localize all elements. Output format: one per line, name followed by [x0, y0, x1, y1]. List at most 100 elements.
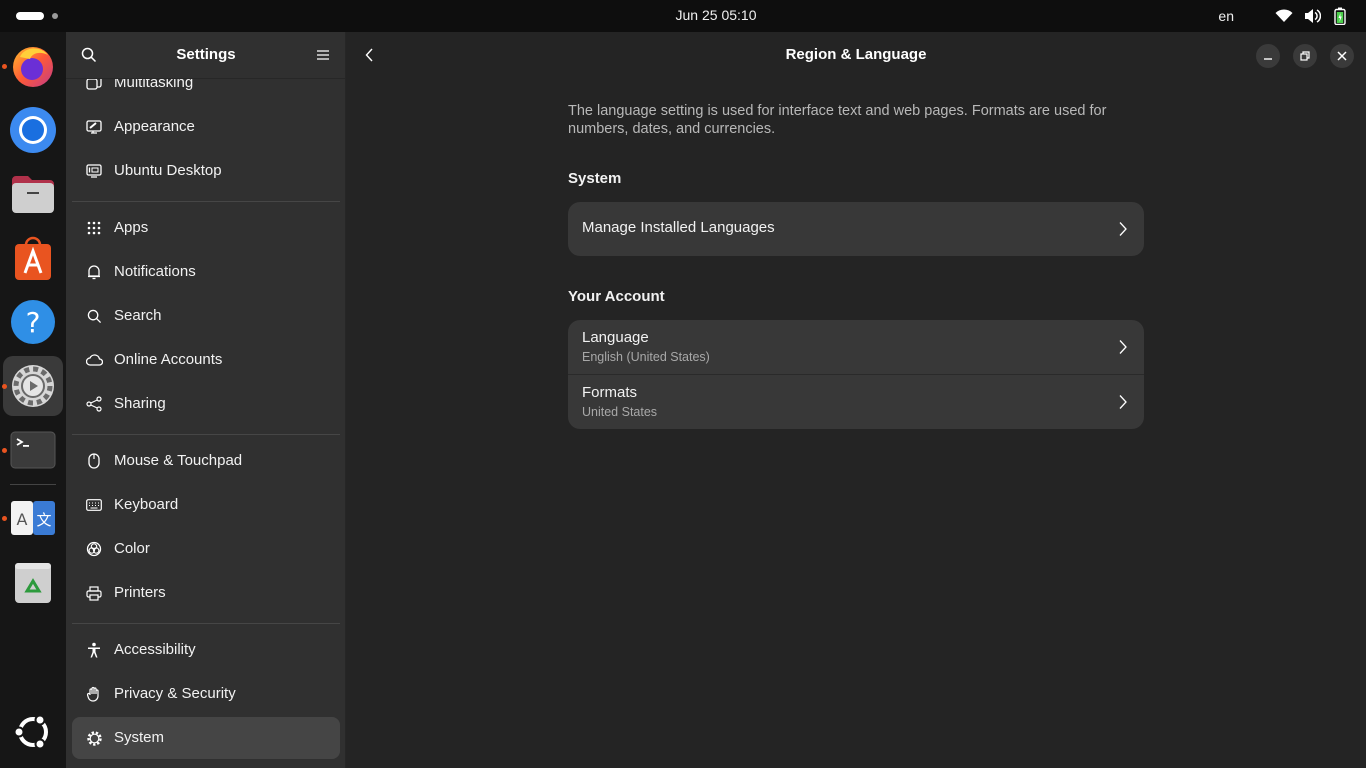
- bell-icon: [84, 262, 104, 282]
- chevron-right-icon: [1119, 340, 1127, 354]
- app-center-icon: [15, 236, 51, 280]
- hand-icon: [84, 684, 104, 704]
- gear-icon: [84, 728, 104, 748]
- workspace-active-pill[interactable]: [16, 12, 44, 20]
- language-row[interactable]: Language English (United States): [568, 320, 1144, 374]
- row-label: Manage Installed Languages: [582, 219, 775, 236]
- close-button[interactable]: [1330, 44, 1354, 68]
- sidebar-item-label: Sharing: [114, 395, 166, 412]
- sidebar-item-online-accounts[interactable]: Online Accounts: [72, 339, 340, 381]
- sidebar-item-label: Printers: [114, 584, 166, 601]
- sidebar-item-printers[interactable]: Printers: [72, 572, 340, 614]
- sidebar-separator: [72, 201, 340, 202]
- sidebar-item-label: Ubuntu Desktop: [114, 162, 222, 179]
- restore-icon: [1300, 51, 1310, 61]
- keyboard-icon: [84, 495, 104, 515]
- sidebar-header: Settings: [66, 32, 345, 79]
- ubuntu-logo-icon: [13, 714, 48, 750]
- language-label: Language: [582, 329, 649, 346]
- sidebar-separator: [72, 434, 340, 435]
- dock-settings[interactable]: [2, 356, 63, 416]
- sidebar-item-label: Mouse & Touchpad: [114, 452, 243, 469]
- minimize-icon: [1264, 58, 1272, 60]
- svg-text:A: A: [17, 510, 28, 529]
- sidebar-item-label: Apps: [114, 219, 149, 236]
- cloud-icon: [84, 350, 104, 370]
- sidebar-item-search[interactable]: Search: [72, 295, 340, 337]
- sidebar-item-keyboard[interactable]: Keyboard: [72, 484, 340, 526]
- dock-separator: [10, 484, 56, 485]
- wifi-icon[interactable]: [1270, 6, 1298, 26]
- apps-grid-icon: [84, 218, 104, 238]
- sidebar-item-sharing[interactable]: Sharing: [72, 383, 340, 425]
- dock-show-apps[interactable]: [3, 702, 63, 762]
- system-tray[interactable]: en: [1218, 0, 1354, 32]
- mouse-icon: [84, 451, 104, 471]
- sidebar-item-label: Privacy & Security: [114, 685, 236, 702]
- formats-value: United States: [582, 405, 658, 419]
- accessibility-icon: [84, 640, 104, 660]
- printer-icon: [84, 583, 104, 603]
- language-support-icon: A 文: [11, 501, 55, 535]
- sidebar-item-accessibility[interactable]: Accessibility: [72, 629, 340, 671]
- running-indicator: [2, 516, 7, 521]
- sidebar-item-label: Notifications: [114, 263, 196, 280]
- sidebar-item-label: Color: [114, 540, 150, 557]
- folder-icon: [12, 176, 54, 213]
- maximize-button[interactable]: [1293, 44, 1317, 68]
- sidebar-item-label: Online Accounts: [114, 351, 223, 368]
- sidebar-item-mouse-touchpad[interactable]: Mouse & Touchpad: [72, 440, 340, 482]
- dock: ? A 文: [0, 32, 66, 768]
- page-title: Region & Language: [785, 46, 927, 63]
- sidebar-item-ubuntu-desktop[interactable]: Ubuntu Desktop: [72, 150, 340, 192]
- share-icon: [84, 394, 104, 414]
- dock-files[interactable]: [3, 164, 63, 224]
- clock[interactable]: Jun 25 05:10: [676, 7, 757, 23]
- formats-label: Formats: [582, 384, 638, 401]
- chevron-right-icon: [1119, 395, 1127, 409]
- close-icon: [1337, 51, 1347, 61]
- sidebar-item-notifications[interactable]: Notifications: [72, 251, 340, 293]
- volume-icon[interactable]: [1298, 6, 1326, 26]
- sidebar-item-color[interactable]: Color: [72, 528, 340, 570]
- sidebar-item-appearance[interactable]: Appearance: [72, 106, 340, 148]
- dock-language-support[interactable]: A 文: [2, 488, 63, 548]
- top-bar: Jun 25 05:10 en: [0, 0, 1366, 32]
- sidebar-item-apps[interactable]: Apps: [72, 207, 340, 249]
- language-value: English (United States): [582, 350, 710, 364]
- battery-icon[interactable]: [1326, 6, 1354, 26]
- dock-trash[interactable]: [3, 552, 63, 612]
- settings-sidebar: Settings Multitasking Appearance Ubuntu …: [66, 32, 346, 768]
- chevron-right-icon: [1119, 222, 1127, 236]
- input-language[interactable]: en: [1218, 8, 1234, 24]
- sidebar-item-system[interactable]: System: [72, 717, 340, 759]
- sidebar-item-label: System: [114, 729, 165, 746]
- appearance-icon: [84, 117, 104, 137]
- sidebar-item-label: Search: [114, 307, 162, 324]
- manage-installed-languages-row[interactable]: Manage Installed Languages: [568, 202, 1144, 256]
- account-card: Language English (United States) Formats…: [568, 320, 1144, 429]
- main-menu-button[interactable]: [312, 44, 334, 66]
- sidebar-item-label: Keyboard: [114, 496, 179, 513]
- minimize-button[interactable]: [1256, 44, 1280, 68]
- svg-text:?: ?: [26, 306, 41, 339]
- workspace-dot[interactable]: [52, 13, 58, 19]
- dock-help[interactable]: ?: [3, 292, 63, 352]
- hamburger-menu-icon: [317, 50, 329, 60]
- section-title-your-account: Your Account: [568, 288, 665, 305]
- trash-icon: [15, 563, 51, 603]
- sidebar-item-privacy-security[interactable]: Privacy & Security: [72, 673, 340, 715]
- chromium-icon: [10, 107, 56, 153]
- formats-row[interactable]: Formats United States: [568, 374, 1144, 429]
- color-icon: [84, 539, 104, 559]
- activities-indicator[interactable]: [16, 12, 58, 20]
- ubuntu-desktop-icon: [84, 161, 104, 181]
- dock-chromium[interactable]: [3, 100, 63, 160]
- running-indicator: [2, 384, 7, 389]
- dock-firefox[interactable]: [2, 36, 63, 96]
- main-header: Region & Language: [346, 32, 1366, 79]
- sidebar-item-label: Accessibility: [114, 641, 196, 658]
- dock-app-center[interactable]: [3, 228, 63, 288]
- section-title-system: System: [568, 170, 622, 187]
- dock-terminal[interactable]: [2, 420, 63, 480]
